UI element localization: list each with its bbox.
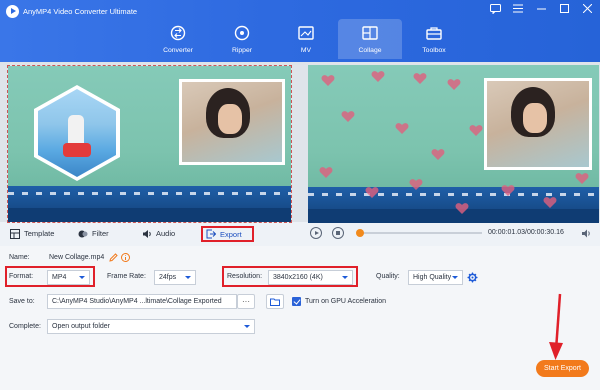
nav-converter[interactable]: Converter — [146, 19, 210, 59]
quality-select[interactable]: High Quality — [408, 270, 463, 285]
save-to-label: Save to: — [9, 298, 35, 305]
timecode: 00:00:01.03/00:00:30.16 — [488, 229, 564, 236]
output-square-cell — [484, 78, 592, 170]
nav-mv[interactable]: MV — [274, 19, 338, 59]
chevron-down-icon — [452, 276, 458, 279]
stop-button[interactable] — [332, 227, 344, 239]
tab-template-label: Template — [24, 229, 55, 238]
frame-rate-select[interactable]: 24fps — [154, 270, 196, 285]
minimize-icon[interactable] — [534, 4, 548, 16]
gpu-label: Turn on GPU Acceleration — [305, 298, 387, 305]
tab-filter[interactable]: Filter — [78, 227, 109, 240]
tab-export[interactable]: Export — [201, 226, 254, 242]
ripper-icon — [234, 25, 250, 41]
name-label: Name: — [9, 254, 30, 261]
current-time: 00:00:01.03 — [488, 229, 525, 236]
chat-icon[interactable] — [488, 4, 502, 16]
seek-bar[interactable] — [358, 232, 482, 234]
seek-knob[interactable] — [356, 229, 365, 237]
player-controls: 00:00:01.03/00:00:30.16 — [308, 223, 600, 244]
collage-icon — [362, 26, 378, 40]
collage-edit-preview[interactable] — [7, 65, 292, 223]
window-controls — [488, 3, 594, 16]
export-settings: Name: New Collage.mp4 Format: MP4 Frame … — [0, 246, 600, 390]
folder-icon — [270, 298, 280, 306]
app-title: AnyMP4 Video Converter Ultimate — [23, 7, 138, 16]
menu-icon[interactable] — [511, 4, 525, 16]
nav-mv-label: MV — [300, 47, 312, 54]
info-icon[interactable] — [121, 253, 130, 262]
frame-rate-label: Frame Rate: — [107, 273, 146, 280]
frame-rate-value: 24fps — [159, 274, 177, 281]
chevron-down-icon — [244, 325, 250, 328]
name-value: New Collage.mp4 — [49, 254, 105, 261]
export-icon — [206, 229, 216, 239]
complete-value: Open output folder — [52, 323, 110, 330]
tab-filter-label: Filter — [92, 229, 109, 238]
nav-toolbox-label: Toolbox — [422, 47, 446, 54]
format-label: Format: — [9, 273, 34, 280]
app-logo-icon — [6, 5, 19, 18]
browse-button[interactable]: ··· — [237, 294, 255, 309]
annotation-arrow — [549, 293, 563, 360]
tab-template[interactable]: Template — [10, 227, 54, 240]
resolution-value: 3840x2160 (4K) — [273, 274, 323, 281]
resolution-select[interactable]: 3840x2160 (4K) — [268, 270, 353, 285]
maximize-icon[interactable] — [557, 4, 571, 16]
tab-export-label: Export — [220, 229, 242, 239]
mv-icon — [298, 26, 314, 40]
resolution-label: Resolution: — [227, 273, 263, 280]
save-path-value: C:\AnyMP4 Studio\AnyMP4 ...ltimate\Colla… — [52, 298, 222, 305]
edit-name-icon[interactable] — [109, 253, 118, 262]
chevron-down-icon — [79, 276, 85, 279]
chevron-down-icon — [342, 276, 348, 279]
top-bar: AnyMP4 Video Converter Ultimate Converte… — [0, 0, 600, 62]
quality-label: Quality: — [376, 273, 400, 280]
play-button[interactable] — [310, 227, 322, 239]
nav-collage[interactable]: Collage — [338, 19, 402, 59]
close-icon[interactable] — [580, 3, 594, 16]
gear-icon[interactable] — [467, 272, 478, 283]
nav-ripper[interactable]: Ripper — [210, 19, 274, 59]
format-select[interactable]: MP4 — [47, 270, 90, 285]
nav-converter-label: Converter — [163, 47, 193, 54]
volume-icon[interactable] — [582, 229, 592, 238]
filter-icon — [78, 230, 88, 237]
preview-area — [0, 62, 600, 223]
main-nav: Converter Ripper MV Collage Toolbox — [146, 19, 466, 59]
template-icon — [10, 228, 20, 239]
audio-icon — [143, 229, 151, 238]
nav-collage-label: Collage — [358, 47, 382, 54]
converter-icon — [170, 25, 186, 41]
nav-toolbox[interactable]: Toolbox — [402, 19, 466, 59]
save-path-field[interactable]: C:\AnyMP4 Studio\AnyMP4 ...ltimate\Colla… — [47, 294, 237, 309]
toolbox-icon — [426, 27, 442, 40]
open-folder-button[interactable] — [266, 294, 284, 309]
square-cell-image — [182, 82, 282, 162]
nav-ripper-label: Ripper — [231, 47, 253, 54]
start-export-button[interactable]: Start Export — [536, 360, 589, 377]
collage-output-preview — [308, 65, 599, 223]
gpu-checkbox[interactable] — [292, 297, 301, 306]
chevron-down-icon — [185, 276, 191, 279]
format-value: MP4 — [52, 274, 67, 281]
quality-value: High Quality — [413, 274, 452, 281]
tab-audio[interactable]: Audio — [142, 227, 175, 240]
tab-audio-label: Audio — [156, 229, 176, 238]
complete-select[interactable]: Open output folder — [47, 319, 255, 334]
square-cell[interactable] — [179, 79, 285, 165]
hexagon-cell-image — [38, 89, 116, 177]
complete-label: Complete: — [9, 323, 41, 330]
total-time: 00:00:30.16 — [526, 229, 564, 236]
